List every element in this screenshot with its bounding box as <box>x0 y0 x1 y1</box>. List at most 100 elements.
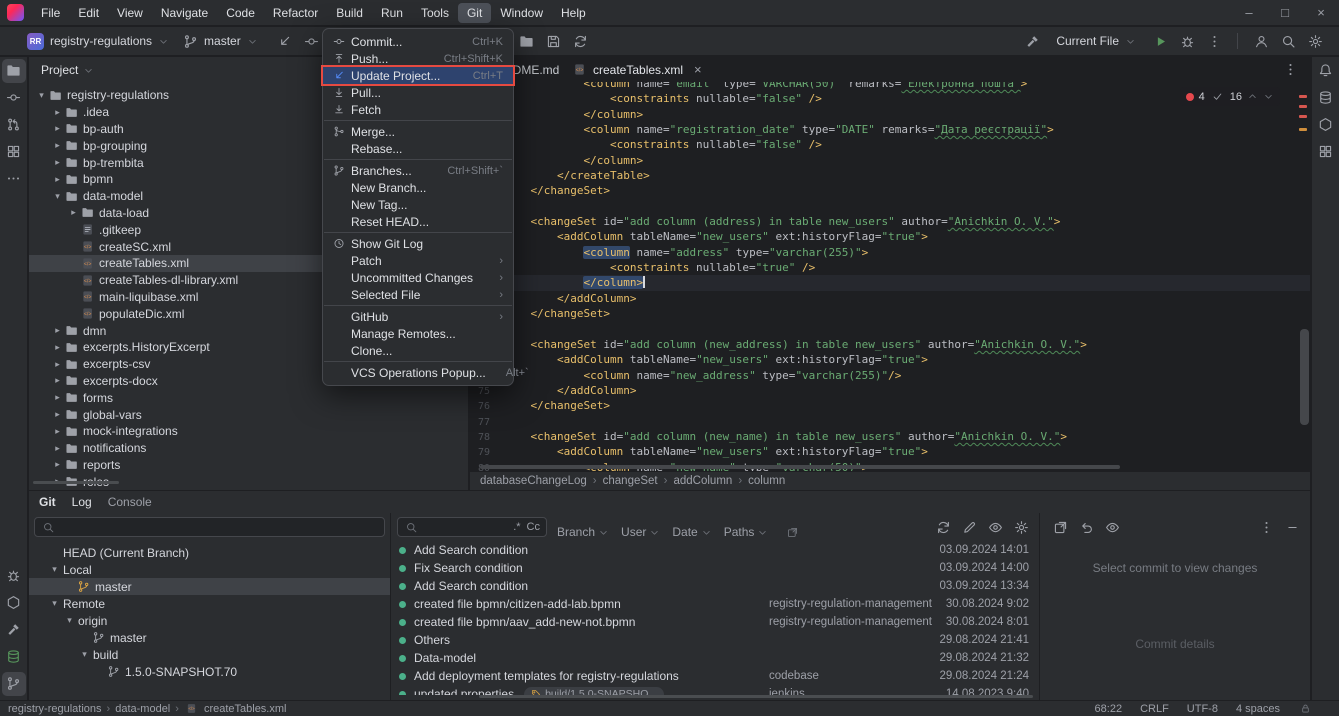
filter-date[interactable]: Date <box>672 525 711 539</box>
pull-requests-button[interactable] <box>2 113 26 137</box>
open-project-folder-button[interactable] <box>515 29 539 53</box>
show-diff-button[interactable] <box>1048 515 1072 539</box>
database-button[interactable] <box>2 645 26 669</box>
git-menu-branches[interactable]: Branches...Ctrl+Shift+` <box>323 162 513 179</box>
next-problem-icon[interactable] <box>1263 91 1274 102</box>
commit-row[interactable]: created file bpmn/citizen-add-lab.bpmnre… <box>391 595 1039 613</box>
commit-row[interactable]: Add Search condition03.09.2024 14:01 <box>391 541 1039 559</box>
error-stripe-mark[interactable] <box>1299 95 1307 98</box>
status-path-createtables-xml[interactable]: createTables.xml <box>204 703 287 715</box>
git-menu-patch[interactable]: Patch› <box>323 252 513 269</box>
match-case-toggle[interactable]: Cc <box>527 521 540 533</box>
breadcrumb-databasechangelog[interactable]: databaseChangeLog <box>480 475 587 487</box>
dependencies-button[interactable] <box>1314 140 1338 164</box>
commit-button[interactable] <box>2 86 26 110</box>
database-button[interactable] <box>1314 86 1338 110</box>
run-configuration-widget[interactable]: Current File <box>1049 30 1143 52</box>
menubar-refactor[interactable]: Refactor <box>264 3 327 23</box>
menubar-navigate[interactable]: Navigate <box>152 3 217 23</box>
git-menu-commit[interactable]: Commit...Ctrl+K <box>323 33 513 50</box>
save-all-button[interactable] <box>542 29 566 53</box>
error-stripe-mark[interactable] <box>1299 105 1307 108</box>
more-run-options-button[interactable] <box>1202 29 1226 53</box>
update-project-button[interactable] <box>273 29 297 53</box>
hide-panel-button[interactable] <box>1280 515 1304 539</box>
preview-button[interactable] <box>1100 515 1124 539</box>
filter-user[interactable]: User <box>621 525 660 539</box>
editor-horizontal-scrollbar[interactable] <box>480 465 1120 469</box>
edit-filters-button[interactable] <box>957 515 981 539</box>
rollback-button[interactable] <box>1074 515 1098 539</box>
breadcrumb-column[interactable]: column <box>748 475 785 487</box>
commit-row[interactable]: created file bpmn/aav_add-new-not.bpmnre… <box>391 613 1039 631</box>
git-button[interactable] <box>2 672 26 696</box>
tab-createtables[interactable]: </> createTables.xml × <box>562 57 712 82</box>
maximize-button[interactable]: □ <box>1267 5 1303 20</box>
search-everywhere-button[interactable] <box>1276 29 1300 53</box>
commit-button[interactable] <box>300 29 324 53</box>
filter-branch[interactable]: Branch <box>557 525 609 539</box>
build-project-button[interactable] <box>1020 29 1044 53</box>
debug-button[interactable] <box>1175 29 1199 53</box>
project-widget[interactable]: RR registry-regulations <box>20 30 176 52</box>
menubar-git[interactable]: Git <box>458 3 491 23</box>
settings-button[interactable] <box>1303 29 1327 53</box>
breadcrumb-changeset[interactable]: changeSet <box>603 475 658 487</box>
refresh-button[interactable] <box>931 515 955 539</box>
status-path-registry-regulations[interactable]: registry-regulations <box>8 703 102 715</box>
close-tab-icon[interactable]: × <box>694 62 702 77</box>
git-menu-reset-head[interactable]: Reset HEAD... <box>323 213 513 230</box>
branch-item-build[interactable]: ▾build <box>29 646 390 663</box>
menubar-view[interactable]: View <box>108 3 152 23</box>
git-menu-new-tag[interactable]: New Tag... <box>323 196 513 213</box>
menubar-build[interactable]: Build <box>327 3 372 23</box>
more-tool-windows-button[interactable] <box>2 167 26 191</box>
profile-button[interactable] <box>1249 29 1273 53</box>
project-tree-item-notifications[interactable]: ▸notifications <box>29 440 468 457</box>
inspections-widget[interactable]: 4 16 <box>1180 87 1280 106</box>
tab-log[interactable]: Log <box>72 495 92 509</box>
git-menu-manage-remotes[interactable]: Manage Remotes... <box>323 325 513 342</box>
git-menu-vcs-operations-popup[interactable]: VCS Operations Popup...Alt+` <box>323 364 513 381</box>
commit-list[interactable]: Add Search condition03.09.2024 14:01Fix … <box>391 541 1039 695</box>
editor-area[interactable]: README.md </> createTables.xml × 55 <col… <box>470 57 1310 490</box>
commit-row[interactable]: Add deployment templates for registry-re… <box>391 667 1039 685</box>
branch-item-local[interactable]: ▾Local <box>29 561 390 578</box>
project-tree-item-forms[interactable]: ▸forms <box>29 389 468 406</box>
log-settings-button[interactable] <box>1009 515 1033 539</box>
project-tree-item-global-vars[interactable]: ▸global-vars <box>29 406 468 423</box>
project-button[interactable] <box>2 59 26 83</box>
run-button[interactable] <box>1148 29 1172 53</box>
branch-item-1-5-0-snapshot-70[interactable]: 1.5.0-SNAPSHOT.70 <box>29 663 390 680</box>
git-menu-show-git-log[interactable]: Show Git Log <box>323 235 513 252</box>
status-path-data-model[interactable]: data-model <box>115 703 170 715</box>
build-button[interactable] <box>2 618 26 642</box>
problems-button[interactable] <box>2 564 26 588</box>
menubar-code[interactable]: Code <box>217 3 264 23</box>
breadcrumb-addcolumn[interactable]: addColumn <box>673 475 732 487</box>
git-menu-clone[interactable]: Clone... <box>323 342 513 359</box>
menubar-file[interactable]: File <box>32 3 69 23</box>
branch-widget[interactable]: master <box>176 30 265 52</box>
more-tabs-icon[interactable] <box>1283 62 1298 77</box>
branch-search-field[interactable] <box>34 517 385 537</box>
close-button[interactable]: × <box>1303 5 1339 20</box>
services-button[interactable] <box>2 591 26 615</box>
code-viewport[interactable]: 55 <column name="email" type="VARCHAR(50… <box>470 82 1310 471</box>
horizontal-scrollbar[interactable] <box>479 695 1033 698</box>
regex-toggle[interactable]: .* <box>513 521 520 533</box>
git-menu-push[interactable]: Push...Ctrl+Shift+K <box>323 50 513 67</box>
reload-from-disk-button[interactable] <box>569 29 593 53</box>
filter-paths[interactable]: Paths <box>724 525 769 539</box>
gradle-button[interactable] <box>1314 113 1338 137</box>
read-only-lock-icon[interactable] <box>1300 703 1311 714</box>
project-tree-item-reports[interactable]: ▸reports <box>29 457 468 474</box>
menubar-tools[interactable]: Tools <box>412 3 458 23</box>
branch-item-master[interactable]: master <box>29 629 390 646</box>
notifications-button[interactable] <box>1314 59 1338 83</box>
menubar-edit[interactable]: Edit <box>69 3 108 23</box>
layout-options-button[interactable] <box>1254 515 1278 539</box>
branch-item-origin[interactable]: ▾origin <box>29 612 390 629</box>
git-menu-pull[interactable]: Pull... <box>323 84 513 101</box>
git-menu-update-project[interactable]: Update Project...Ctrl+T <box>323 67 513 84</box>
